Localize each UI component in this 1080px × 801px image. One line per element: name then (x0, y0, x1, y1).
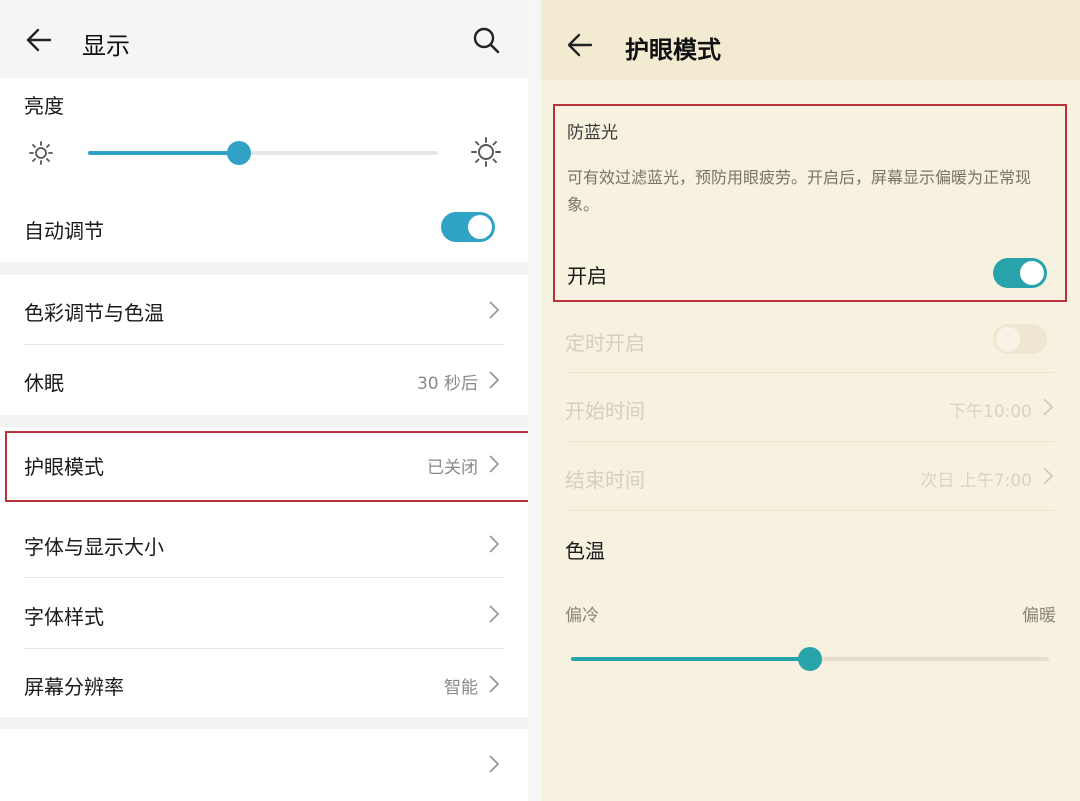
start-time-label: 开始时间 (565, 399, 645, 423)
chevron-right-icon (489, 371, 500, 389)
resolution-value: 智能 (444, 678, 478, 698)
schedule-label: 定时开启 (565, 331, 645, 355)
end-time-label: 结束时间 (565, 468, 645, 492)
list-item-resolution[interactable]: 屏幕分辨率 智能 (0, 649, 528, 719)
list-item-label: 字体与显示大小 (24, 535, 164, 559)
display-settings-panel: 显示 亮度 自动调节 色彩调节与色温 休眠 30 秒后 护眼模式 已关闭 字体与… (0, 0, 528, 801)
panel-separator (528, 0, 541, 801)
highlight-box (5, 431, 528, 502)
list-item-label: 字体样式 (24, 605, 104, 629)
list-item-color-adjust[interactable]: 色彩调节与色温 (0, 275, 528, 345)
eye-comfort-header: 护眼模式 (541, 0, 1080, 80)
brightness-title: 亮度 (24, 94, 64, 118)
back-arrow-icon[interactable] (567, 32, 593, 58)
warm-label: 偏暖 (1022, 606, 1056, 626)
color-temp-slider-thumb[interactable] (798, 647, 822, 671)
blue-light-title: 防蓝光 (567, 123, 618, 143)
display-header: 显示 (0, 0, 528, 78)
brightness-low-icon (29, 141, 53, 165)
chevron-right-icon (1043, 398, 1054, 416)
brightness-slider-track[interactable] (88, 141, 438, 165)
list-item-label: 屏幕分辨率 (24, 675, 124, 699)
chevron-right-icon (489, 605, 500, 623)
list-item-label: 休眠 (24, 371, 64, 395)
blue-light-toggle-label: 开启 (567, 264, 607, 288)
chevron-right-icon (489, 535, 500, 553)
brightness-card: 亮度 自动调节 (0, 78, 528, 262)
page-title: 显示 (82, 32, 130, 60)
page-title: 护眼模式 (625, 36, 721, 64)
brightness-high-icon (471, 137, 501, 167)
eye-comfort-panel: 护眼模式 防蓝光 可有效过滤蓝光，预防用眼疲劳。开启后，屏幕显示偏暖为正常现象。… (541, 0, 1080, 801)
list-item-label: 色彩调节与色温 (24, 301, 164, 325)
blue-light-toggle[interactable] (993, 258, 1047, 288)
search-icon[interactable] (472, 26, 500, 54)
chevron-right-icon (489, 301, 500, 319)
blue-light-highlight-box: 防蓝光 可有效过滤蓝光，预防用眼疲劳。开启后，屏幕显示偏暖为正常现象。 开启 (553, 104, 1067, 302)
end-time-value: 次日 上午7:00 (920, 471, 1032, 491)
schedule-toggle[interactable] (993, 324, 1047, 354)
cool-label: 偏冷 (565, 606, 599, 626)
list-item-font-style[interactable]: 字体样式 (0, 579, 528, 649)
color-temp-slider-track[interactable] (571, 647, 1049, 671)
chevron-right-icon (489, 755, 500, 773)
blue-light-description: 可有效过滤蓝光，预防用眼疲劳。开启后，屏幕显示偏暖为正常现象。 (567, 168, 1032, 214)
schedule-row[interactable]: 定时开启 (541, 306, 1080, 372)
chevron-right-icon (489, 675, 500, 693)
settings-list-card-2: 护眼模式 已关闭 字体与显示大小 字体样式 屏幕分辨率 智能 (0, 427, 528, 717)
list-item-sleep[interactable]: 休眠 30 秒后 (0, 345, 528, 415)
back-arrow-icon[interactable] (26, 27, 52, 53)
section-gap (0, 415, 528, 427)
chevron-right-icon (1043, 467, 1054, 485)
start-time-value: 下午10:00 (949, 402, 1032, 422)
color-temp-slider-fill (571, 657, 810, 661)
sleep-value: 30 秒后 (416, 374, 478, 394)
end-time-row[interactable]: 结束时间 次日 上午7:00 (541, 442, 1080, 510)
color-temp-title: 色温 (565, 539, 605, 563)
start-time-row[interactable]: 开始时间 下午10:00 (541, 373, 1080, 441)
brightness-slider-fill (88, 151, 239, 155)
list-item-font-size[interactable]: 字体与显示大小 (0, 509, 528, 579)
brightness-slider-thumb[interactable] (226, 141, 251, 165)
divider (565, 510, 1055, 511)
list-item-partial[interactable] (0, 729, 528, 801)
auto-adjust-toggle[interactable] (441, 212, 495, 242)
auto-adjust-label: 自动调节 (24, 219, 104, 243)
